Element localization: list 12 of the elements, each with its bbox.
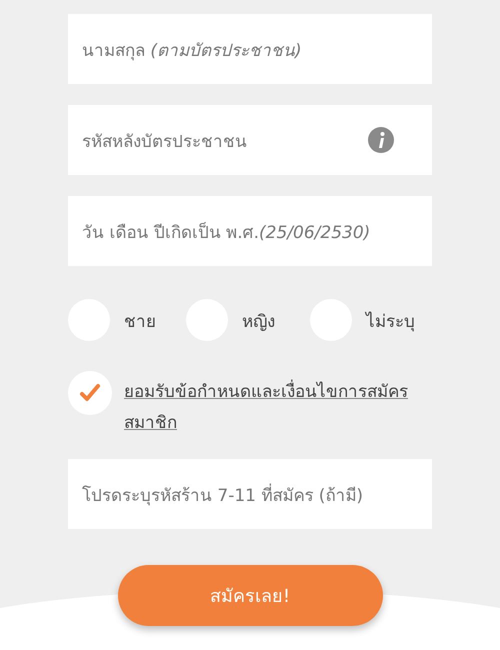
checkmark-icon [79,382,101,404]
text-field[interactable]: โปรดระบุรหัสร้าน 7-11 ที่สมัคร (ถ้ามี) [68,459,432,529]
text-field[interactable]: รหัสหลังบัตรประชาชน [68,105,432,175]
checkbox[interactable] [68,371,112,415]
text-field[interactable]: นามสกุล (ตามบัตรประชาชน) [68,14,432,84]
radio-label[interactable]: ชาย [124,306,156,334]
terms-link[interactable]: ยอมรับข้อกำหนดและเงื่อนไขการสมัครสมาชิก [124,371,424,439]
text-field[interactable]: วัน เดือน ปีเกิดเป็น พ.ศ.(25/06/2530) [68,196,432,266]
info-icon[interactable] [368,127,394,153]
radio-label[interactable]: หญิง [242,306,275,334]
radio-label[interactable]: ไม่ระบุ [366,306,415,334]
submit-button[interactable]: สมัครเลย! [118,565,382,626]
